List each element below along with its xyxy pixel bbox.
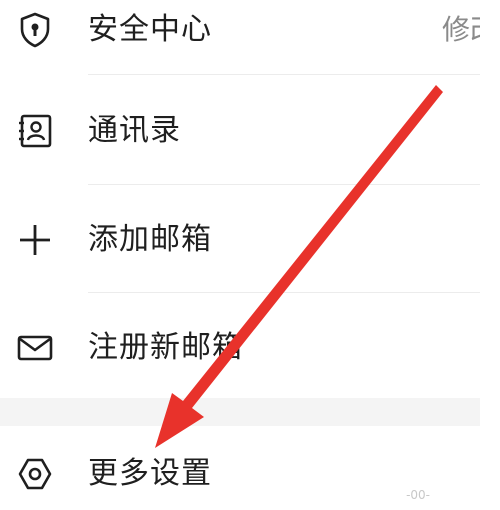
watermark: -00- [406,488,430,502]
menu-item-security-center[interactable]: 安全中心 修改 [0,0,500,66]
contacts-book-icon [14,110,56,152]
divider [88,184,500,185]
menu-item-label: 添加邮箱 [88,222,212,257]
screen-edge [480,0,500,508]
menu-item-label: 更多设置 [88,456,212,491]
menu-item-label: 通讯录 [88,113,181,148]
mail-envelope-icon [14,327,56,369]
menu-item-add-mailbox[interactable]: 添加邮箱 [0,204,500,276]
menu-item-label: 注册新邮箱 [88,330,243,365]
shield-lock-icon [14,9,56,51]
divider [88,292,500,293]
divider [88,74,500,75]
menu-item-label: 安全中心 [88,12,212,47]
menu-item-contacts[interactable]: 通讯录 [0,95,500,167]
section-separator [0,398,500,426]
hexagon-settings-icon [14,453,56,495]
plus-icon [14,219,56,261]
menu-item-register-mailbox[interactable]: 注册新邮箱 [0,312,500,384]
